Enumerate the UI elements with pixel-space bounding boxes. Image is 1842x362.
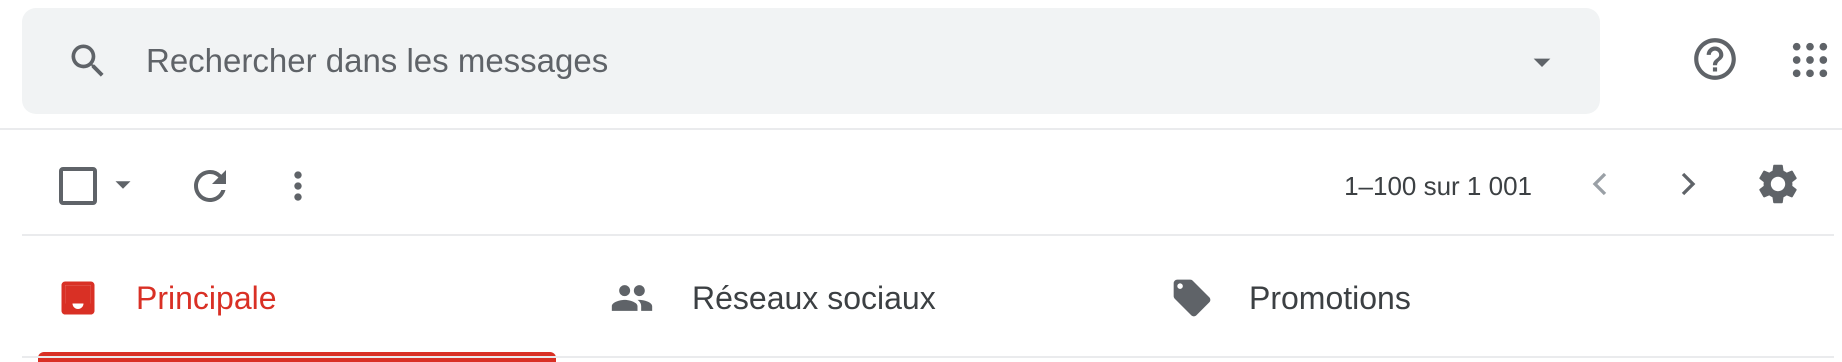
select-dropdown-icon[interactable] (108, 170, 138, 200)
tab-label: Réseaux sociaux (692, 280, 936, 316)
tag-icon (1170, 276, 1214, 320)
search-icon[interactable] (66, 39, 110, 83)
gmail-inbox-header: 1–100 sur 1 001 Principale (0, 0, 1842, 362)
tab-label: Principale (136, 280, 277, 316)
more-vert-icon[interactable] (276, 162, 320, 210)
select-checkbox-icon[interactable] (58, 166, 98, 206)
chevron-right-icon[interactable] (1668, 164, 1708, 204)
tab-reseaux-sociaux[interactable]: Réseaux sociaux (580, 236, 1140, 362)
tab-principale[interactable]: Principale (0, 236, 580, 362)
tab-label: Promotions (1249, 280, 1411, 316)
pagination-range[interactable]: 1–100 sur 1 001 (1290, 166, 1532, 206)
apps-grid-icon[interactable] (1790, 40, 1830, 80)
people-icon (610, 276, 654, 320)
search-bar (22, 8, 1600, 114)
gear-icon[interactable] (1754, 160, 1802, 208)
tabs-divider (22, 356, 1834, 358)
tab-promotions[interactable]: Promotions (1140, 236, 1700, 362)
search-options-icon[interactable] (1522, 42, 1562, 82)
refresh-icon[interactable] (186, 162, 234, 210)
help-circle-icon[interactable] (1690, 34, 1740, 84)
search-input[interactable] (146, 28, 1486, 94)
inbox-icon (56, 276, 100, 320)
chevron-left-icon[interactable] (1580, 164, 1620, 204)
header-divider (0, 128, 1842, 130)
